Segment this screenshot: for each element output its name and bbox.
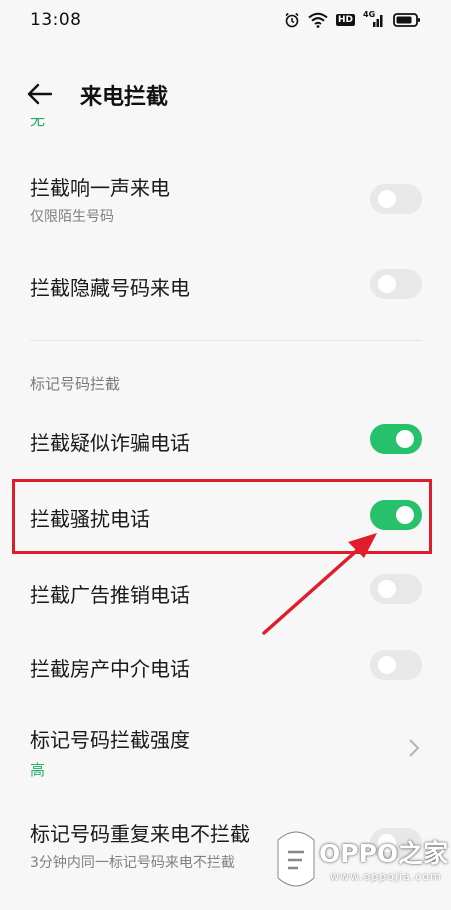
status-time: 13:08: [30, 10, 82, 30]
setting-realestate-calls[interactable]: 拦截房产中介电话: [0, 633, 451, 703]
realestate-calls-toggle[interactable]: [370, 650, 422, 680]
repeat-calls-toggle[interactable]: [370, 828, 422, 858]
setting-harassment-calls[interactable]: 拦截骚扰电话: [0, 481, 451, 551]
partial-top-value: 无: [30, 118, 46, 129]
toggle-knob: [396, 430, 414, 448]
toggle-knob: [378, 656, 396, 674]
toggle-knob: [378, 190, 396, 208]
chevron-right-icon: [408, 738, 420, 758]
setting-title: 拦截房产中介电话: [30, 657, 190, 681]
hd-icon: HD: [335, 14, 355, 26]
harassment-calls-toggle[interactable]: [370, 500, 422, 530]
alarm-icon: [284, 12, 300, 28]
setting-title: 拦截响一声来电: [30, 176, 170, 200]
setting-title: 拦截疑似诈骗电话: [30, 431, 190, 455]
status-bar: 13:08 HD 4G: [0, 0, 451, 40]
setting-hidden-number[interactable]: 拦截隐藏号码来电: [0, 250, 451, 320]
status-icons: HD 4G: [284, 10, 421, 28]
setting-title: 拦截隐藏号码来电: [30, 276, 190, 300]
ring-once-toggle[interactable]: [370, 184, 422, 214]
setting-title: 拦截骚扰电话: [30, 507, 150, 531]
page-title: 来电拦截: [80, 85, 169, 110]
back-arrow-icon[interactable]: [26, 82, 54, 106]
setting-block-strength[interactable]: 标记号码拦截强度 高: [0, 712, 451, 792]
setting-repeat-calls[interactable]: 标记号码重复来电不拦截 3分钟内同一标记号码来电不拦截: [0, 806, 451, 886]
setting-ad-calls[interactable]: 拦截广告推销电话: [0, 557, 451, 627]
signal-4g-icon: 4G: [363, 10, 385, 28]
setting-value: 高: [30, 761, 46, 779]
toggle-knob: [378, 834, 396, 852]
app-bar: 来电拦截: [0, 66, 451, 122]
setting-title: 标记号码重复来电不拦截: [30, 822, 250, 846]
fraud-calls-toggle[interactable]: [370, 424, 422, 454]
toggle-knob: [378, 580, 396, 598]
toggle-knob: [378, 275, 396, 293]
section-header: 标记号码拦截: [30, 375, 121, 393]
setting-title: 拦截广告推销电话: [30, 583, 190, 607]
battery-icon: [393, 12, 421, 28]
hidden-number-toggle[interactable]: [370, 269, 422, 299]
setting-subtitle: 仅限陌生号码: [30, 209, 114, 225]
wifi-icon: [308, 12, 328, 28]
toggle-knob: [396, 506, 414, 524]
section-divider: [30, 340, 422, 341]
setting-fraud-calls[interactable]: 拦截疑似诈骗电话: [0, 405, 451, 475]
setting-subtitle: 3分钟内同一标记号码来电不拦截: [30, 855, 235, 871]
setting-ring-once[interactable]: 拦截响一声来电 仅限陌生号码: [0, 160, 451, 240]
setting-title: 标记号码拦截强度: [30, 728, 190, 752]
ad-calls-toggle[interactable]: [370, 574, 422, 604]
